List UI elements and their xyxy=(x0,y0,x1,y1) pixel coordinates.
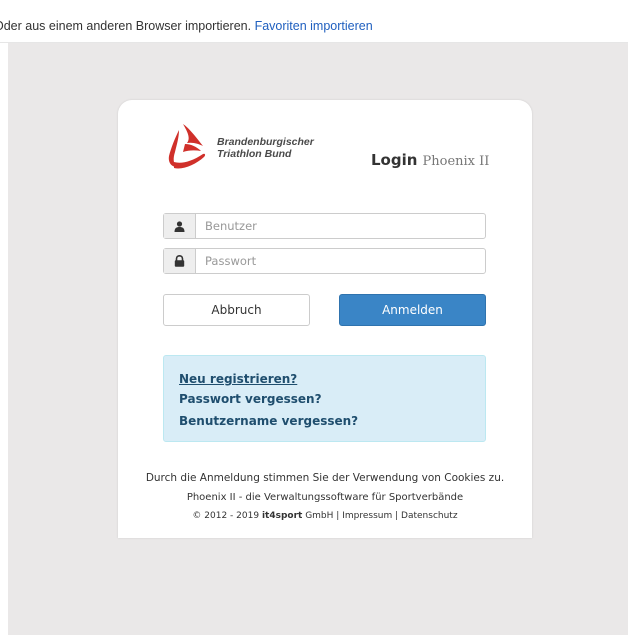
triathlon-logo-icon xyxy=(168,124,206,169)
company-name: it4sport xyxy=(261,511,303,521)
page-title: Login Phoenix II xyxy=(371,150,489,169)
page-background: Brandenburgischer Triathlon Bund Login P… xyxy=(8,43,628,635)
forgot-username-link[interactable]: Benutzername vergessen? xyxy=(179,414,358,428)
brand-line-1: Brandenburgischer xyxy=(217,136,314,148)
lock-icon xyxy=(164,249,196,273)
import-favorites-bar: Oder aus einem anderen Browser importier… xyxy=(0,0,628,43)
help-links-box: Neu registrieren? Passwort vergessen? Be… xyxy=(163,355,486,442)
user-icon xyxy=(164,214,196,238)
tagline: Phoenix II - die Verwaltungssoftware für… xyxy=(186,492,464,503)
cookie-notice: Durch die Anmeldung stimmen Sie der Verw… xyxy=(145,472,505,484)
separator: | xyxy=(395,511,399,521)
username-input[interactable] xyxy=(196,214,484,238)
impressum-link[interactable]: Impressum xyxy=(342,511,392,521)
username-field xyxy=(163,213,486,239)
password-input[interactable] xyxy=(196,249,484,273)
password-field xyxy=(163,248,486,274)
copyright-line: © 2012 - 2019 it4sport GmbH | Impressum … xyxy=(118,511,532,521)
forgot-password-link[interactable]: Passwort vergessen? xyxy=(179,392,322,406)
copyright-text: © 2012 - 2019 xyxy=(192,511,260,521)
import-favorites-link[interactable]: Favoriten importieren xyxy=(255,19,373,33)
import-text: Oder aus einem anderen Browser importier… xyxy=(0,19,252,33)
company-suffix: GmbH xyxy=(305,511,334,521)
brand-line-2: Triathlon Bund xyxy=(217,148,292,160)
separator: | xyxy=(336,511,340,521)
datenschutz-link[interactable]: Datenschutz xyxy=(401,511,458,521)
brand-name: Brandenburgischer Triathlon Bund xyxy=(217,136,314,160)
import-message: Oder aus einem anderen Browser importier… xyxy=(0,19,373,33)
register-link[interactable]: Neu registrieren? xyxy=(179,372,297,386)
login-title: Login xyxy=(371,151,418,169)
login-subtitle: Phoenix II xyxy=(422,154,490,169)
login-card: Brandenburgischer Triathlon Bund Login P… xyxy=(118,100,532,538)
cancel-button[interactable]: Abbruch xyxy=(163,294,310,326)
login-button[interactable]: Anmelden xyxy=(339,294,486,326)
